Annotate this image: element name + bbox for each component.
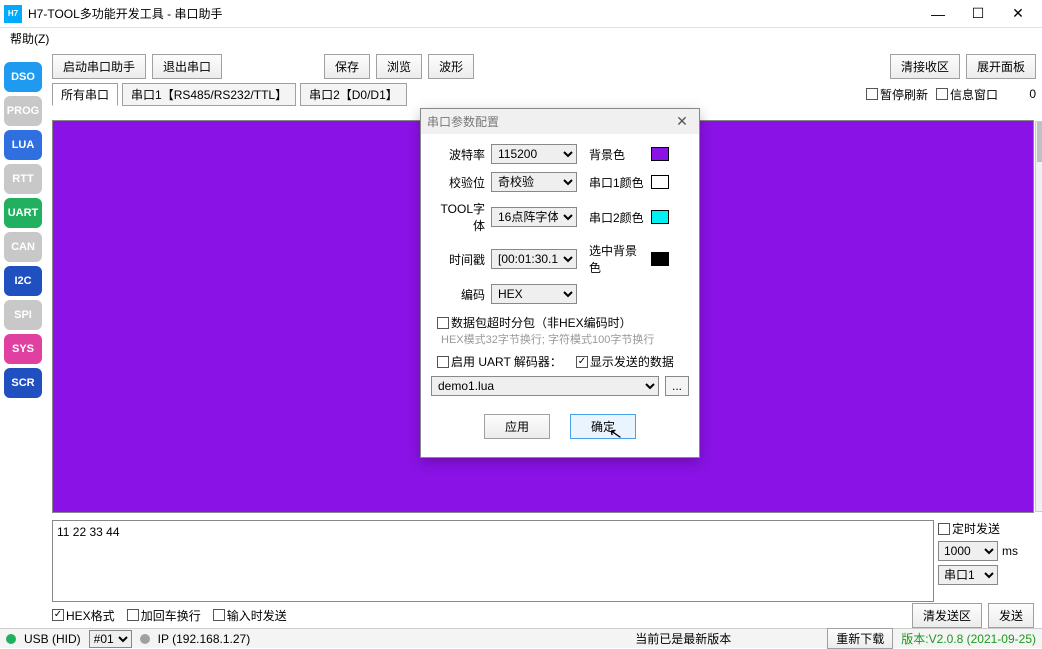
timestamp-select[interactable]: [00:01:30.12 xyxy=(491,249,577,269)
version-label: 版本:V2.0.8 (2021-09-25) xyxy=(901,630,1036,647)
enable-decoder-label: 启用 UART 解码器： xyxy=(451,353,562,370)
parity-select[interactable]: 奇校验 xyxy=(491,172,577,192)
send-text-area[interactable]: 11 22 33 44 xyxy=(52,520,934,602)
decoder-browse-button[interactable]: ... xyxy=(665,376,689,396)
titlebar: H7 H7-TOOL多功能开发工具 - 串口助手 — ☐ ✕ xyxy=(0,0,1042,28)
side-spi[interactable]: SPI xyxy=(4,300,42,330)
baud-label: 波特率 xyxy=(431,146,485,163)
port2-color-label: 串口2颜色 xyxy=(589,209,645,226)
clear-send-button[interactable]: 清发送区 xyxy=(912,603,982,628)
serial-config-dialog: 串口参数配置 ✕ 波特率 115200 背景色 校验位 奇校验 串口1颜色 TO… xyxy=(420,108,700,458)
menu-help[interactable]: 帮助(Z) xyxy=(4,30,55,48)
port1-color-swatch[interactable] xyxy=(651,175,669,189)
side-rtt[interactable]: RTT xyxy=(4,164,42,194)
pkt-timeout-checkbox[interactable]: 数据包超时分包（非HEX编码时） xyxy=(437,314,632,331)
ok-button[interactable]: 确定 xyxy=(570,414,636,439)
send-port-select[interactable]: 串口1 xyxy=(938,565,998,585)
side-prog[interactable]: PROG xyxy=(4,96,42,126)
pause-refresh-checkbox[interactable]: 暂停刷新 xyxy=(866,86,928,103)
hex-format-label: HEX格式 xyxy=(66,607,115,624)
minimize-button[interactable]: — xyxy=(918,0,958,28)
update-status: 当前已是最新版本 xyxy=(635,630,731,647)
sel-bg-swatch[interactable] xyxy=(651,252,669,266)
timed-send-checkbox[interactable]: 定时发送 xyxy=(938,520,1034,537)
sel-bg-label: 选中背景色 xyxy=(589,242,645,276)
clear-recv-button[interactable]: 清接收区 xyxy=(890,54,960,79)
side-can[interactable]: CAN xyxy=(4,232,42,262)
send-on-type-checkbox[interactable]: 输入时发送 xyxy=(213,607,287,624)
usb-status-dot xyxy=(6,634,16,644)
pause-refresh-label: 暂停刷新 xyxy=(880,86,928,103)
status-bar: USB (HID) #01 IP (192.168.1.27) 当前已是最新版本… xyxy=(0,628,1042,648)
ip-status-dot xyxy=(140,634,150,644)
scrollbar-thumb[interactable] xyxy=(1037,122,1042,162)
browse-button[interactable]: 浏览 xyxy=(376,54,422,79)
dialog-title: 串口参数配置 xyxy=(427,113,499,130)
add-cr-label: 加回车换行 xyxy=(141,607,201,624)
encoding-label: 编码 xyxy=(431,286,485,303)
bg-color-label: 背景色 xyxy=(589,146,645,163)
decoder-file-select[interactable]: demo1.lua xyxy=(431,376,659,396)
wrap-hint: HEX模式32字节换行; 字符模式100字节换行 xyxy=(441,331,689,347)
exit-serial-button[interactable]: 退出串口 xyxy=(152,54,222,79)
send-format-row: HEX格式 加回车换行 输入时发送 清发送区 发送 xyxy=(52,604,1034,626)
wave-button[interactable]: 波形 xyxy=(428,54,474,79)
send-button[interactable]: 发送 xyxy=(988,603,1034,628)
baud-select[interactable]: 115200 xyxy=(491,144,577,164)
port1-color-label: 串口1颜色 xyxy=(589,174,645,191)
dialog-close-icon[interactable]: ✕ xyxy=(671,113,693,130)
ip-status-label: IP (192.168.1.27) xyxy=(158,632,251,646)
menubar: 帮助(Z) xyxy=(0,28,1042,50)
font-label: TOOL字体 xyxy=(431,200,485,234)
add-cr-checkbox[interactable]: 加回车换行 xyxy=(127,607,201,624)
send-on-type-label: 输入时发送 xyxy=(227,607,287,624)
byte-counter: 0 xyxy=(1006,87,1036,101)
hex-format-checkbox[interactable]: HEX格式 xyxy=(52,607,115,624)
info-window-label: 信息窗口 xyxy=(950,86,998,103)
addr-select[interactable]: #01 xyxy=(89,630,132,648)
interval-select[interactable]: 1000 xyxy=(938,541,998,561)
dialog-titlebar[interactable]: 串口参数配置 ✕ xyxy=(421,109,699,134)
parity-label: 校验位 xyxy=(431,174,485,191)
side-i2c[interactable]: I2C xyxy=(4,266,42,296)
info-window-checkbox[interactable]: 信息窗口 xyxy=(936,86,998,103)
encoding-select[interactable]: HEX xyxy=(491,284,577,304)
timestamp-label: 时间戳 xyxy=(431,251,485,268)
side-toolstrip: DSO PROG LUA RTT UART CAN I2C SPI SYS SC… xyxy=(4,62,44,398)
start-serial-button[interactable]: 启动串口助手 xyxy=(52,54,146,79)
save-button[interactable]: 保存 xyxy=(324,54,370,79)
redownload-button[interactable]: 重新下载 xyxy=(827,628,893,649)
side-lua[interactable]: LUA xyxy=(4,130,42,160)
maximize-button[interactable]: ☐ xyxy=(958,0,998,28)
port-tabs: 所有串口 串口1【RS485/RS232/TTL】 串口2【D0/D1】 暂停刷… xyxy=(0,83,1042,105)
send-text-value: 11 22 33 44 xyxy=(57,525,120,539)
timed-send-label: 定时发送 xyxy=(952,520,1000,537)
apply-button[interactable]: 应用 xyxy=(484,414,550,439)
side-dso[interactable]: DSO xyxy=(4,62,42,92)
toolbar: 启动串口助手 退出串口 保存 浏览 波形 清接收区 展开面板 xyxy=(0,50,1042,83)
window-title: H7-TOOL多功能开发工具 - 串口助手 xyxy=(28,5,918,22)
expand-panel-button[interactable]: 展开面板 xyxy=(966,54,1036,79)
interval-unit: ms xyxy=(1002,544,1018,558)
side-sys[interactable]: SYS xyxy=(4,334,42,364)
side-scr[interactable]: SCR xyxy=(4,368,42,398)
bg-color-swatch[interactable] xyxy=(651,147,669,161)
usb-status-label: USB (HID) xyxy=(24,632,81,646)
receive-scrollbar[interactable] xyxy=(1035,121,1042,512)
pkt-timeout-label: 数据包超时分包（非HEX编码时） xyxy=(451,314,632,331)
font-select[interactable]: 16点阵字体 xyxy=(491,207,577,227)
enable-decoder-checkbox[interactable]: 启用 UART 解码器： xyxy=(437,353,562,370)
tab-all-ports[interactable]: 所有串口 xyxy=(52,83,118,106)
tab-port2[interactable]: 串口2【D0/D1】 xyxy=(300,83,407,106)
port2-color-swatch[interactable] xyxy=(651,210,669,224)
show-sent-label: 显示发送的数据 xyxy=(590,353,674,370)
show-sent-checkbox[interactable]: 显示发送的数据 xyxy=(576,353,674,370)
send-options: 定时发送 1000 ms 串口1 xyxy=(938,520,1034,602)
tab-port1[interactable]: 串口1【RS485/RS232/TTL】 xyxy=(122,83,296,106)
app-icon: H7 xyxy=(4,5,22,23)
side-uart[interactable]: UART xyxy=(4,198,42,228)
close-button[interactable]: ✕ xyxy=(998,0,1038,28)
